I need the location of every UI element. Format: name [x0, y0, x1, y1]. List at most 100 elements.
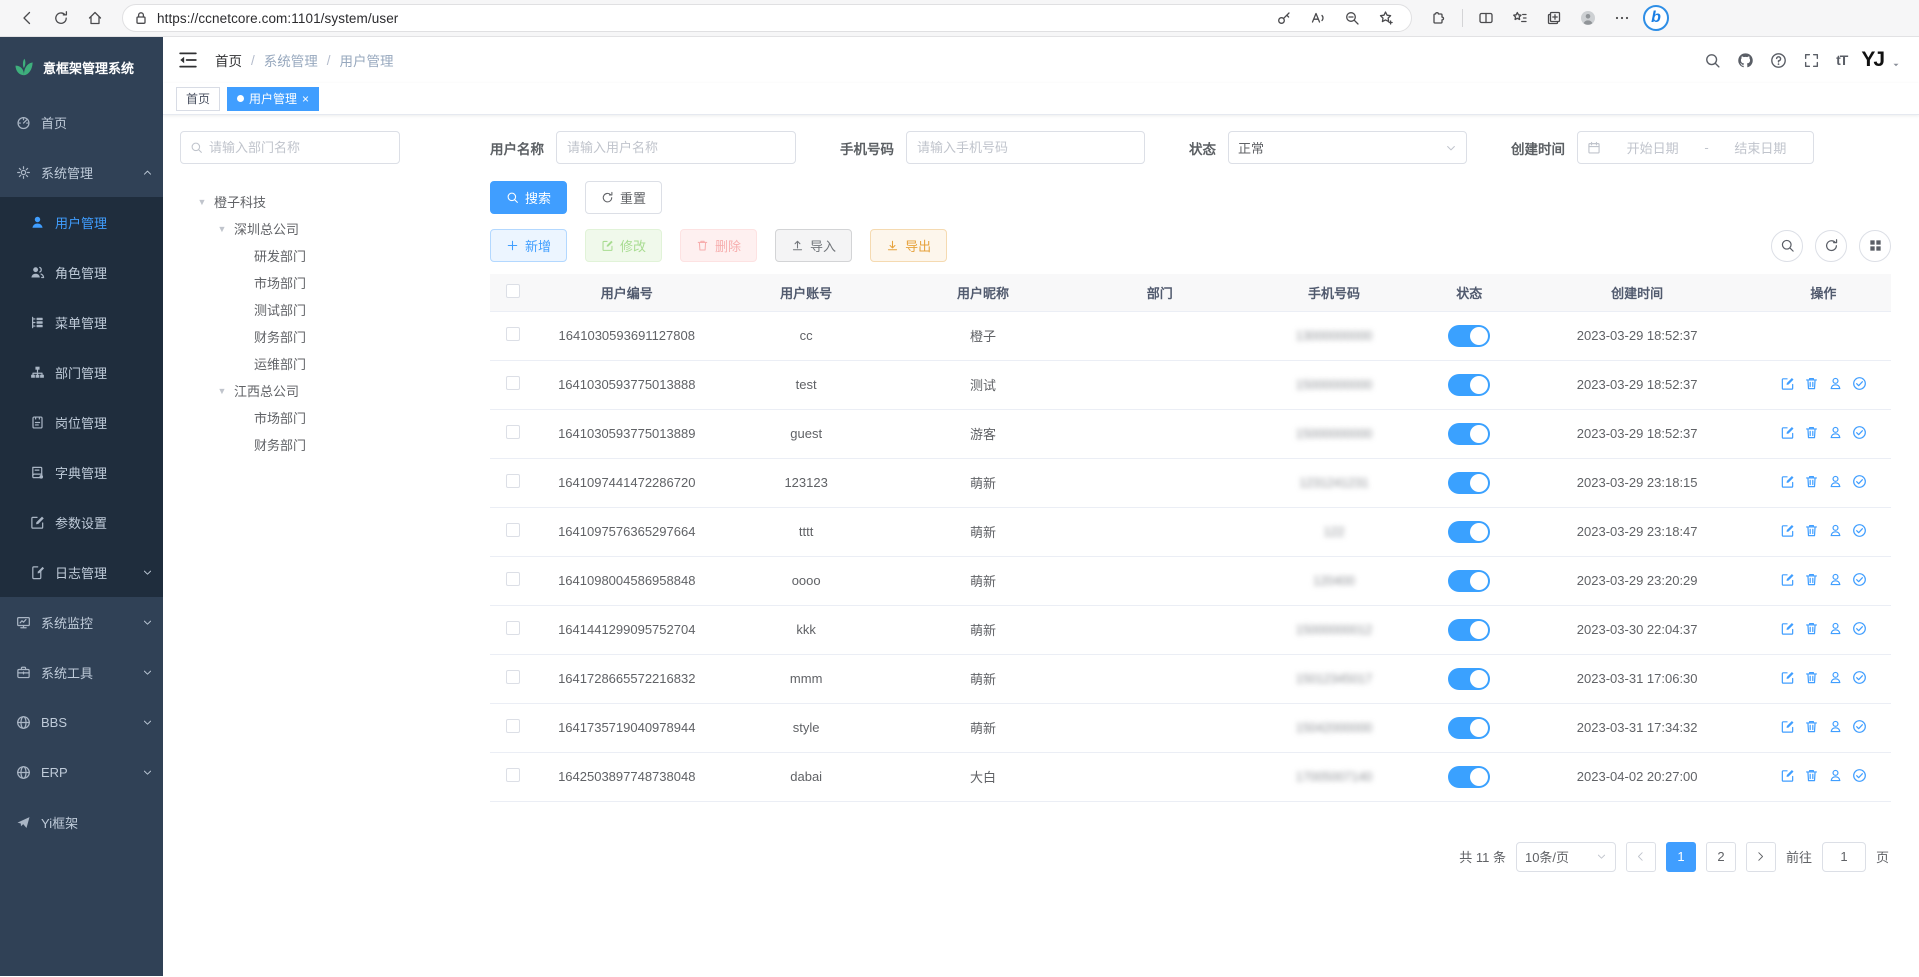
reset-password-icon[interactable] [1828, 474, 1843, 489]
sidebar-item-bbs[interactable]: BBS [0, 697, 163, 747]
search-button[interactable] [1704, 52, 1721, 69]
assign-role-icon[interactable] [1852, 768, 1867, 783]
add-button[interactable]: 新增 [490, 229, 567, 262]
select-all-checkbox[interactable] [506, 284, 520, 298]
dept-node[interactable]: 市场部门 [180, 269, 490, 296]
dept-node[interactable]: ▼深圳总公司 [180, 215, 490, 242]
sidebar-item-log-mgmt[interactable]: 日志管理 [0, 547, 163, 597]
sidebar-item-system-tools[interactable]: 系统工具 [0, 647, 163, 697]
delete-row-icon[interactable] [1804, 425, 1819, 440]
extensions-button[interactable] [1424, 4, 1454, 32]
assign-role-icon[interactable] [1852, 376, 1867, 391]
tab-首页[interactable]: 首页 [176, 87, 220, 111]
user-menu-caret-icon[interactable] [1891, 60, 1901, 70]
sidebar-item-yi-frame[interactable]: Yi框架 [0, 797, 163, 847]
edit-row-icon[interactable] [1780, 670, 1795, 685]
row-checkbox[interactable] [506, 523, 520, 537]
delete-row-icon[interactable] [1804, 376, 1819, 391]
delete-row-icon[interactable] [1804, 768, 1819, 783]
github-button[interactable] [1737, 52, 1754, 69]
read-aloud-button[interactable] [1303, 4, 1333, 32]
assign-role-icon[interactable] [1852, 572, 1867, 587]
assign-role-icon[interactable] [1852, 425, 1867, 440]
status-toggle[interactable] [1448, 766, 1490, 788]
tree-expand-icon[interactable]: ▼ [214, 224, 230, 234]
search-button[interactable]: 搜索 [490, 181, 567, 214]
dept-node[interactable]: ▼橙子科技 [180, 188, 490, 215]
status-toggle[interactable] [1448, 325, 1490, 347]
sidebar-item-dept-mgmt[interactable]: 部门管理 [0, 347, 163, 397]
row-checkbox[interactable] [506, 376, 520, 390]
row-checkbox[interactable] [506, 474, 520, 488]
row-checkbox[interactable] [506, 768, 520, 782]
sidebar-item-post-mgmt[interactable]: 岗位管理 [0, 397, 163, 447]
row-checkbox[interactable] [506, 719, 520, 733]
status-toggle[interactable] [1448, 668, 1490, 690]
edit-row-icon[interactable] [1780, 523, 1795, 538]
delete-row-icon[interactable] [1804, 719, 1819, 734]
more-button[interactable] [1607, 4, 1637, 32]
delete-row-icon[interactable] [1804, 572, 1819, 587]
dept-node[interactable]: 市场部门 [180, 404, 490, 431]
sidebar-item-home[interactable]: 首页 [0, 97, 163, 147]
key-button[interactable] [1269, 4, 1299, 32]
edit-row-icon[interactable] [1780, 474, 1795, 489]
edit-row-icon[interactable] [1780, 768, 1795, 783]
sidebar-item-system-monitor[interactable]: 系统监控 [0, 597, 163, 647]
refresh-button[interactable] [46, 4, 76, 32]
font-size-button[interactable]: tT [1836, 52, 1847, 68]
row-checkbox[interactable] [506, 425, 520, 439]
bing-copilot-icon[interactable]: b [1643, 5, 1669, 31]
next-page-button[interactable] [1746, 842, 1776, 872]
reset-password-icon[interactable] [1828, 376, 1843, 391]
delete-row-icon[interactable] [1804, 670, 1819, 685]
row-checkbox[interactable] [506, 621, 520, 635]
dept-node[interactable]: ▼江西总公司 [180, 377, 490, 404]
url-bar[interactable]: https://ccnetcore.com:1101/system/user [122, 4, 1412, 32]
status-toggle[interactable] [1448, 521, 1490, 543]
favorites-bar-button[interactable] [1505, 4, 1535, 32]
url-text[interactable]: https://ccnetcore.com:1101/system/user [157, 11, 1261, 26]
page-button-2[interactable]: 2 [1706, 842, 1736, 872]
reset-password-icon[interactable] [1828, 425, 1843, 440]
page-button-1[interactable]: 1 [1666, 842, 1696, 872]
split-screen-button[interactable] [1471, 4, 1501, 32]
reset-password-icon[interactable] [1828, 719, 1843, 734]
home-button[interactable] [80, 4, 110, 32]
edit-row-icon[interactable] [1780, 376, 1795, 391]
delete-row-icon[interactable] [1804, 621, 1819, 636]
phone-input[interactable] [906, 131, 1145, 164]
reset-password-icon[interactable] [1828, 572, 1843, 587]
status-toggle[interactable] [1448, 472, 1490, 494]
prev-page-button[interactable] [1626, 842, 1656, 872]
sidebar-item-system-mgmt[interactable]: 系统管理 [0, 147, 163, 197]
profile-button[interactable] [1573, 4, 1603, 32]
dept-node[interactable]: 研发部门 [180, 242, 490, 269]
status-toggle[interactable] [1448, 423, 1490, 445]
status-select[interactable]: 正常 [1228, 131, 1467, 164]
modify-button[interactable]: 修改 [585, 229, 662, 262]
fullscreen-button[interactable] [1803, 52, 1820, 69]
breadcrumb-item[interactable]: 系统管理 [264, 50, 318, 70]
row-checkbox[interactable] [506, 327, 520, 341]
dept-node[interactable]: 运维部门 [180, 350, 490, 377]
dept-node[interactable]: 财务部门 [180, 323, 490, 350]
back-button[interactable] [12, 4, 42, 32]
assign-role-icon[interactable] [1852, 719, 1867, 734]
breadcrumb-item[interactable]: 首页 [215, 50, 242, 70]
sidebar-item-param-settings[interactable]: 参数设置 [0, 497, 163, 547]
edit-row-icon[interactable] [1780, 719, 1795, 734]
zoom-out-button[interactable] [1337, 4, 1367, 32]
sidebar-item-menu-mgmt[interactable]: 菜单管理 [0, 297, 163, 347]
row-checkbox[interactable] [506, 572, 520, 586]
username-input[interactable] [556, 131, 796, 164]
import-button[interactable]: 导入 [775, 229, 852, 262]
refresh-circle-button[interactable] [1815, 230, 1847, 262]
status-toggle[interactable] [1448, 619, 1490, 641]
collections-button[interactable] [1539, 4, 1569, 32]
breadcrumb-item[interactable]: 用户管理 [340, 50, 394, 70]
reset-password-icon[interactable] [1828, 768, 1843, 783]
favorite-add-button[interactable] [1371, 4, 1401, 32]
reset-password-icon[interactable] [1828, 523, 1843, 538]
grid-circle-button[interactable] [1859, 230, 1891, 262]
